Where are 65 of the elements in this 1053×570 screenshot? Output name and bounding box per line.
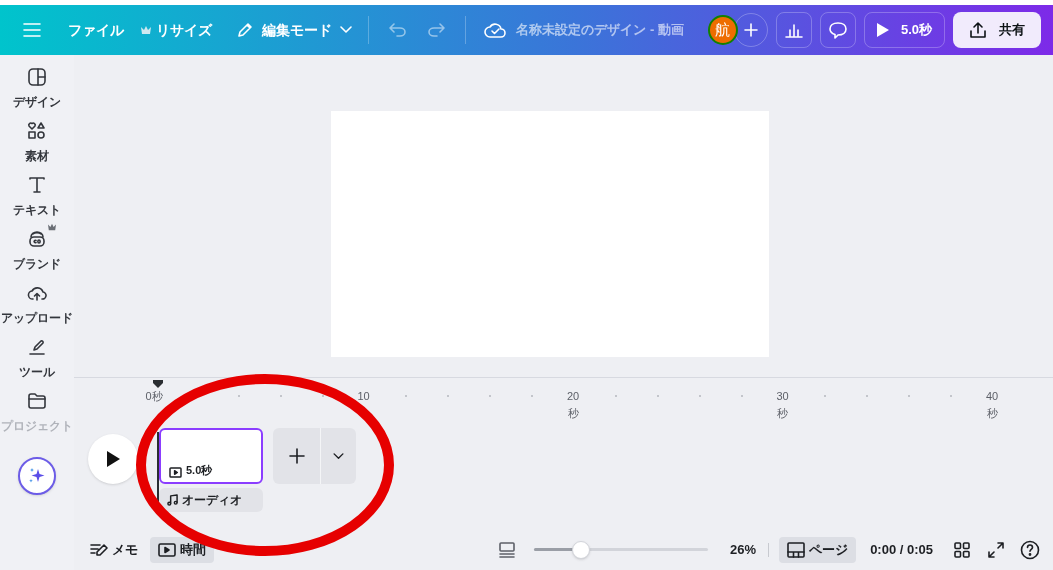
share-button[interactable]: 共有 — [953, 12, 1041, 48]
document-title: 名称未設定のデザイン - 動画 — [516, 21, 684, 40]
chevron-down-icon — [333, 452, 344, 460]
notes-icon — [90, 543, 108, 557]
cloud-check-icon — [484, 21, 506, 39]
sidebar-item[interactable]: ツール — [19, 337, 55, 379]
design-layout-icon — [27, 67, 47, 87]
timeline-play-button[interactable] — [88, 434, 138, 484]
chevron-down-icon — [340, 26, 352, 34]
folder-icon — [27, 391, 47, 411]
playhead-marker[interactable] — [153, 380, 163, 388]
sidebar-item[interactable]: アップロード — [1, 283, 73, 325]
text-icon — [27, 175, 47, 195]
expand-icon — [988, 542, 1004, 558]
bar-chart-icon — [784, 22, 803, 38]
time-tick-label: 0秒 — [145, 389, 163, 404]
play-icon — [876, 23, 889, 37]
video-icon — [158, 543, 176, 557]
video-icon — [169, 467, 182, 478]
zoom-percentage: 26% — [730, 541, 757, 560]
time-unit-label: 秒 — [567, 406, 579, 421]
plus-icon — [743, 23, 758, 37]
playback-time: 0:00 / 0:05 — [870, 541, 933, 560]
shapes-icon — [27, 121, 47, 141]
help-icon — [1020, 540, 1040, 560]
grid-view-button[interactable] — [951, 539, 973, 561]
magic-assistant-button[interactable] — [18, 457, 56, 495]
time-tick-label: 20 — [566, 389, 580, 404]
time-unit-label: 秒 — [777, 406, 788, 421]
play-button[interactable]: 5.0秒 — [863, 12, 945, 48]
redo-icon — [427, 23, 445, 37]
menu-icon — [23, 23, 41, 37]
user-avatar: 航 — [707, 15, 738, 45]
upload-icon — [969, 21, 987, 39]
time-tick-label: 10 — [357, 389, 370, 404]
time-unit-label: 秒 — [986, 406, 998, 421]
audio-track[interactable]: オーディオ — [159, 488, 263, 512]
crown-icon — [47, 223, 57, 231]
page-view-button[interactable]: ページ — [779, 537, 857, 563]
fullscreen-button[interactable] — [985, 539, 1007, 561]
sidebar-item[interactable]: ブランド — [13, 229, 61, 271]
undo-icon — [389, 23, 407, 37]
filmstrip-icon — [498, 542, 517, 558]
play-icon — [106, 451, 120, 467]
grid-icon — [954, 542, 970, 558]
brand-kit-icon — [27, 229, 47, 249]
page-layout-icon — [787, 542, 806, 558]
zoom-slider[interactable] — [534, 541, 709, 559]
music-note-icon — [167, 494, 178, 506]
time-tick-label: 30 — [776, 389, 789, 404]
plus-icon — [288, 448, 305, 464]
sidebar-item[interactable]: デザイン — [13, 67, 61, 109]
crown-icon — [140, 25, 152, 35]
sidebar-item[interactable]: 素材 — [25, 121, 49, 163]
pencil-icon — [236, 21, 254, 39]
video-clip[interactable]: 5.0秒 — [159, 428, 263, 484]
help-button[interactable] — [1019, 539, 1041, 561]
comment-button[interactable] — [819, 12, 856, 48]
time-tick-label: 40 — [985, 389, 999, 404]
slider-thumb[interactable] — [572, 541, 591, 559]
notes-button[interactable]: メモ — [82, 537, 146, 563]
sidebar-item[interactable]: テキスト — [13, 175, 61, 217]
insights-button[interactable] — [775, 12, 812, 48]
speech-bubble-icon — [827, 21, 848, 39]
pen-tool-icon — [27, 337, 47, 357]
